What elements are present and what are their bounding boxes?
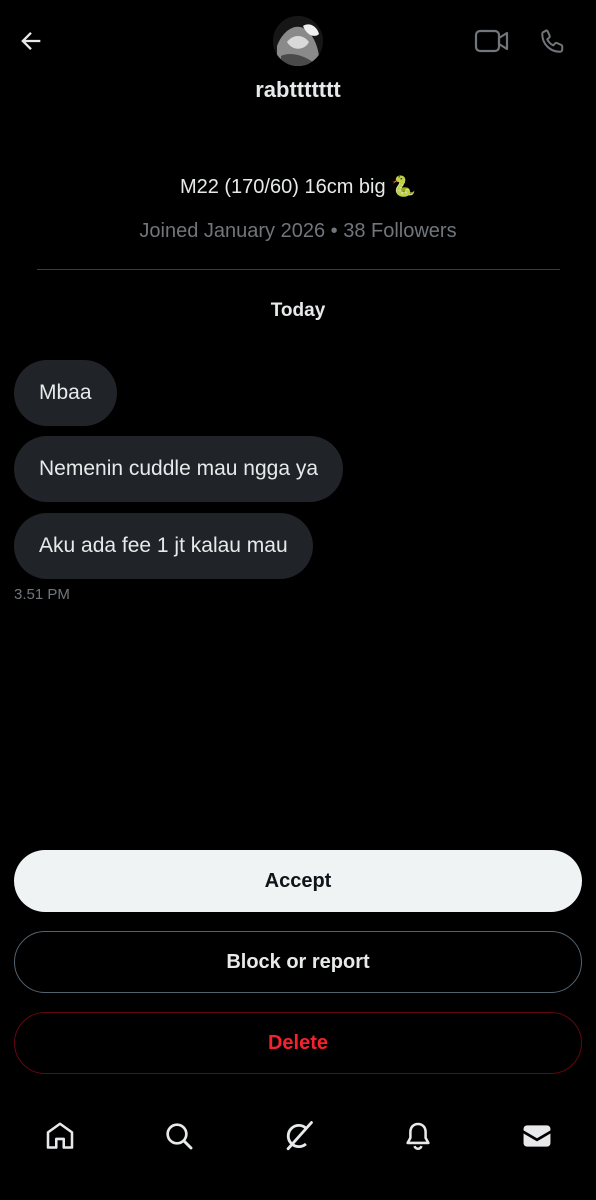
video-call-button[interactable]: [472, 22, 512, 60]
arrow-left-icon: [21, 32, 41, 50]
divider: [37, 269, 560, 270]
message-timestamp: 3.51 PM: [14, 586, 70, 603]
delete-button[interactable]: Delete: [14, 1012, 582, 1074]
home-icon: [46, 1122, 74, 1149]
message-text: Nemenin cuddle mau ngga ya: [39, 457, 319, 480]
phone-icon: [541, 29, 564, 53]
accept-button[interactable]: Accept: [14, 850, 582, 912]
back-button[interactable]: [12, 22, 50, 60]
message-text: Mbaa: [39, 381, 92, 404]
avatar[interactable]: [273, 16, 323, 66]
nav-search[interactable]: [157, 1114, 201, 1158]
message-bubble[interactable]: Nemenin cuddle mau ngga ya: [14, 436, 344, 502]
profile-meta: Joined January 2026 • 38 Followers: [139, 220, 457, 242]
username[interactable]: rabttttttt: [0, 77, 596, 103]
nav-notifications[interactable]: [396, 1114, 440, 1158]
block-or-report-button[interactable]: Block or report: [14, 931, 582, 993]
message-text: Aku ada fee 1 jt kalau mau: [39, 534, 288, 557]
message-bubble[interactable]: Aku ada fee 1 jt kalau mau: [14, 513, 313, 579]
day-separator: Today: [270, 300, 326, 321]
message-bubble[interactable]: Mbaa: [14, 360, 117, 426]
profile-bio: M22 (170/60) 16cm big 🐍: [179, 176, 417, 198]
bell-icon: [406, 1122, 430, 1150]
grok-icon: [286, 1121, 313, 1151]
mail-icon: [523, 1125, 551, 1147]
video-camera-icon: [474, 29, 509, 53]
nav-grok[interactable]: [276, 1114, 320, 1158]
nav-messages[interactable]: [515, 1114, 559, 1158]
avatar-image: [273, 16, 323, 66]
nav-home[interactable]: [38, 1114, 82, 1158]
voice-call-button[interactable]: [534, 22, 572, 60]
search-icon: [166, 1123, 193, 1150]
